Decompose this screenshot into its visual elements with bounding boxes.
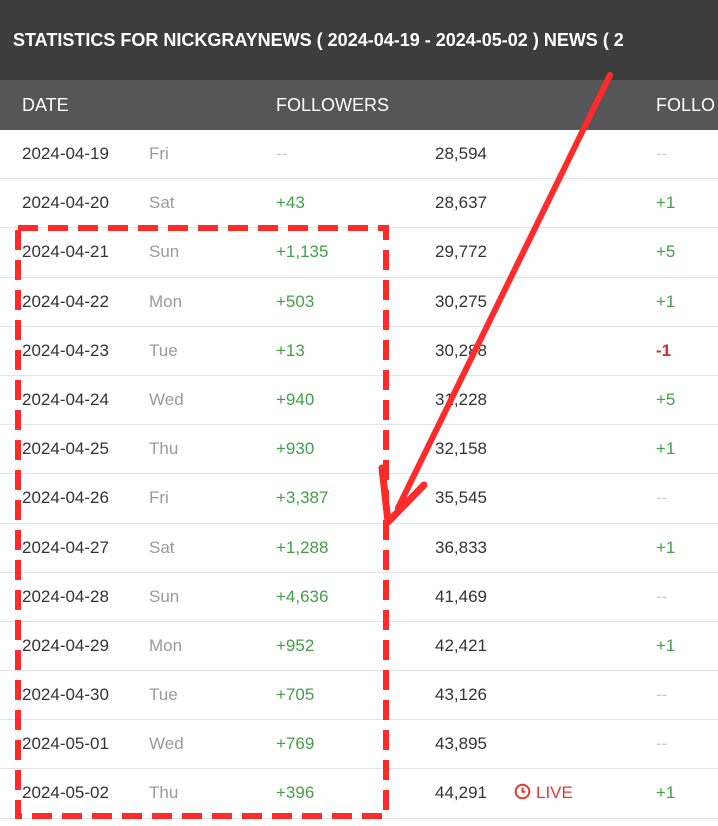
row-follower-change: +940: [276, 389, 315, 409]
live-label: LIVE: [536, 783, 573, 803]
table-row: 2024-04-21 Sun +1,135 29,772 +5: [0, 228, 718, 278]
row-news-follower-change: +5: [656, 389, 676, 409]
table-row: 2024-05-01 Wed +769 43,895 --: [0, 720, 718, 770]
row-date: 2024-04-30: [22, 685, 109, 705]
row-follower-total: 31,228: [435, 389, 487, 409]
row-weekday: Wed: [149, 734, 184, 754]
row-weekday: Fri: [149, 488, 169, 508]
row-follower-total: 30,288: [435, 340, 487, 360]
row-date: 2024-04-24: [22, 389, 109, 409]
row-follower-total: 28,637: [435, 193, 487, 213]
row-news-follower-change: +1: [656, 291, 676, 311]
row-date: 2024-04-26: [22, 488, 109, 508]
row-follower-change: +1,288: [276, 537, 329, 557]
row-follower-change: +4,636: [276, 586, 329, 606]
row-date: 2024-04-23: [22, 340, 109, 360]
row-weekday: Sun: [149, 586, 180, 606]
row-news-follower-change: --: [656, 734, 668, 754]
row-weekday: Sun: [149, 242, 180, 262]
table-row: 2024-04-26 Fri +3,387 35,545 --: [0, 474, 718, 524]
row-news-follower-change: --: [656, 144, 668, 163]
table-row: 2024-04-28 Sun +4,636 41,469 --: [0, 573, 718, 622]
row-date: 2024-04-29: [22, 635, 109, 655]
row-weekday: Mon: [149, 635, 183, 655]
row-follower-change: +930: [276, 439, 315, 459]
row-weekday: Tue: [149, 685, 178, 705]
row-follower-total: 28,594: [435, 144, 487, 163]
row-weekday: Thu: [149, 783, 179, 803]
row-date: 2024-04-20: [22, 193, 109, 213]
row-follower-change: +396: [276, 783, 315, 803]
row-date: 2024-05-01: [22, 734, 109, 754]
row-weekday: Thu: [149, 439, 179, 459]
live-indicator[interactable]: LIVE: [514, 769, 573, 817]
stats-table-body: 2024-04-19 Fri -- 28,594 -- 2024-04-20 Sat +43 2…: [0, 130, 718, 819]
row-follower-change: +769: [276, 734, 315, 754]
row-weekday: Tue: [149, 340, 178, 360]
row-news-follower-change: +1: [656, 635, 676, 655]
row-follower-total: 42,421: [435, 635, 487, 655]
table-row: 2024-04-30 Tue +705 43,126 --: [0, 671, 718, 721]
column-header-followers[interactable]: FOLLOWERS: [276, 80, 389, 130]
row-date: 2024-04-19: [22, 144, 109, 163]
row-follower-total: 35,545: [435, 488, 487, 508]
row-news-follower-change: +1: [656, 537, 676, 557]
stats-title: STATISTICS FOR NICKGRAYNEWS ( 2024-04-19…: [0, 0, 718, 80]
table-row: 2024-04-19 Fri -- 28,594 --: [0, 130, 718, 180]
row-news-follower-change: --: [656, 685, 668, 705]
row-follower-change: +13: [276, 340, 305, 360]
row-follower-total: 36,833: [435, 537, 487, 557]
column-header-news-followers[interactable]: FOLLO: [656, 80, 715, 130]
row-news-follower-change: +1: [656, 439, 676, 459]
table-row: 2024-04-20 Sat +43 28,637 +1: [0, 179, 718, 229]
row-follower-change: +3,387: [276, 488, 329, 508]
row-follower-total: 43,126: [435, 685, 487, 705]
row-news-follower-change: --: [656, 488, 668, 508]
row-follower-total: 43,895: [435, 734, 487, 754]
row-news-follower-change: +1: [656, 783, 676, 803]
row-date: 2024-05-02: [22, 783, 109, 803]
row-news-follower-change: +5: [656, 242, 676, 262]
row-follower-total: 30,275: [435, 291, 487, 311]
row-follower-change: +503: [276, 291, 315, 311]
table-row: 2024-04-29 Mon +952 42,421 +1: [0, 622, 718, 672]
row-date: 2024-04-25: [22, 439, 109, 459]
clock-icon: [514, 784, 531, 800]
row-weekday: Wed: [149, 389, 184, 409]
row-follower-total: 29,772: [435, 242, 487, 262]
row-follower-total: 41,469: [435, 586, 487, 606]
row-weekday: Mon: [149, 291, 183, 311]
row-news-follower-change: +1: [656, 193, 676, 213]
row-date: 2024-04-22: [22, 291, 109, 311]
row-date: 2024-04-21: [22, 242, 109, 262]
row-news-follower-change: -1: [656, 340, 672, 360]
table-row: 2024-04-23 Tue +13 30,288 -1: [0, 327, 718, 376]
table-row: 2024-04-24 Wed +940 31,228 +5: [0, 376, 718, 426]
row-weekday: Fri: [149, 144, 169, 163]
row-follower-change: +705: [276, 685, 315, 705]
table-row: 2024-05-02 Thu +396 44,291 LIVE +1: [0, 769, 718, 819]
row-follower-change: +43: [276, 193, 305, 213]
row-weekday: Sat: [149, 193, 175, 213]
row-news-follower-change: --: [656, 586, 668, 606]
row-follower-total: 44,291: [435, 783, 487, 803]
row-follower-change: +1,135: [276, 242, 329, 262]
column-header-date[interactable]: DATE: [22, 80, 69, 130]
row-date: 2024-04-27: [22, 537, 109, 557]
row-follower-total: 32,158: [435, 439, 487, 459]
table-row: 2024-04-27 Sat +1,288 36,833 +1: [0, 524, 718, 573]
row-follower-change: +952: [276, 635, 315, 655]
table-row: 2024-04-22 Mon +503 30,275 +1: [0, 278, 718, 327]
table-header: DATE FOLLOWERS FOLLO: [0, 80, 718, 130]
row-follower-change: --: [276, 144, 288, 163]
row-weekday: Sat: [149, 537, 175, 557]
table-row: 2024-04-25 Thu +930 32,158 +1: [0, 425, 718, 475]
row-date: 2024-04-28: [22, 586, 109, 606]
